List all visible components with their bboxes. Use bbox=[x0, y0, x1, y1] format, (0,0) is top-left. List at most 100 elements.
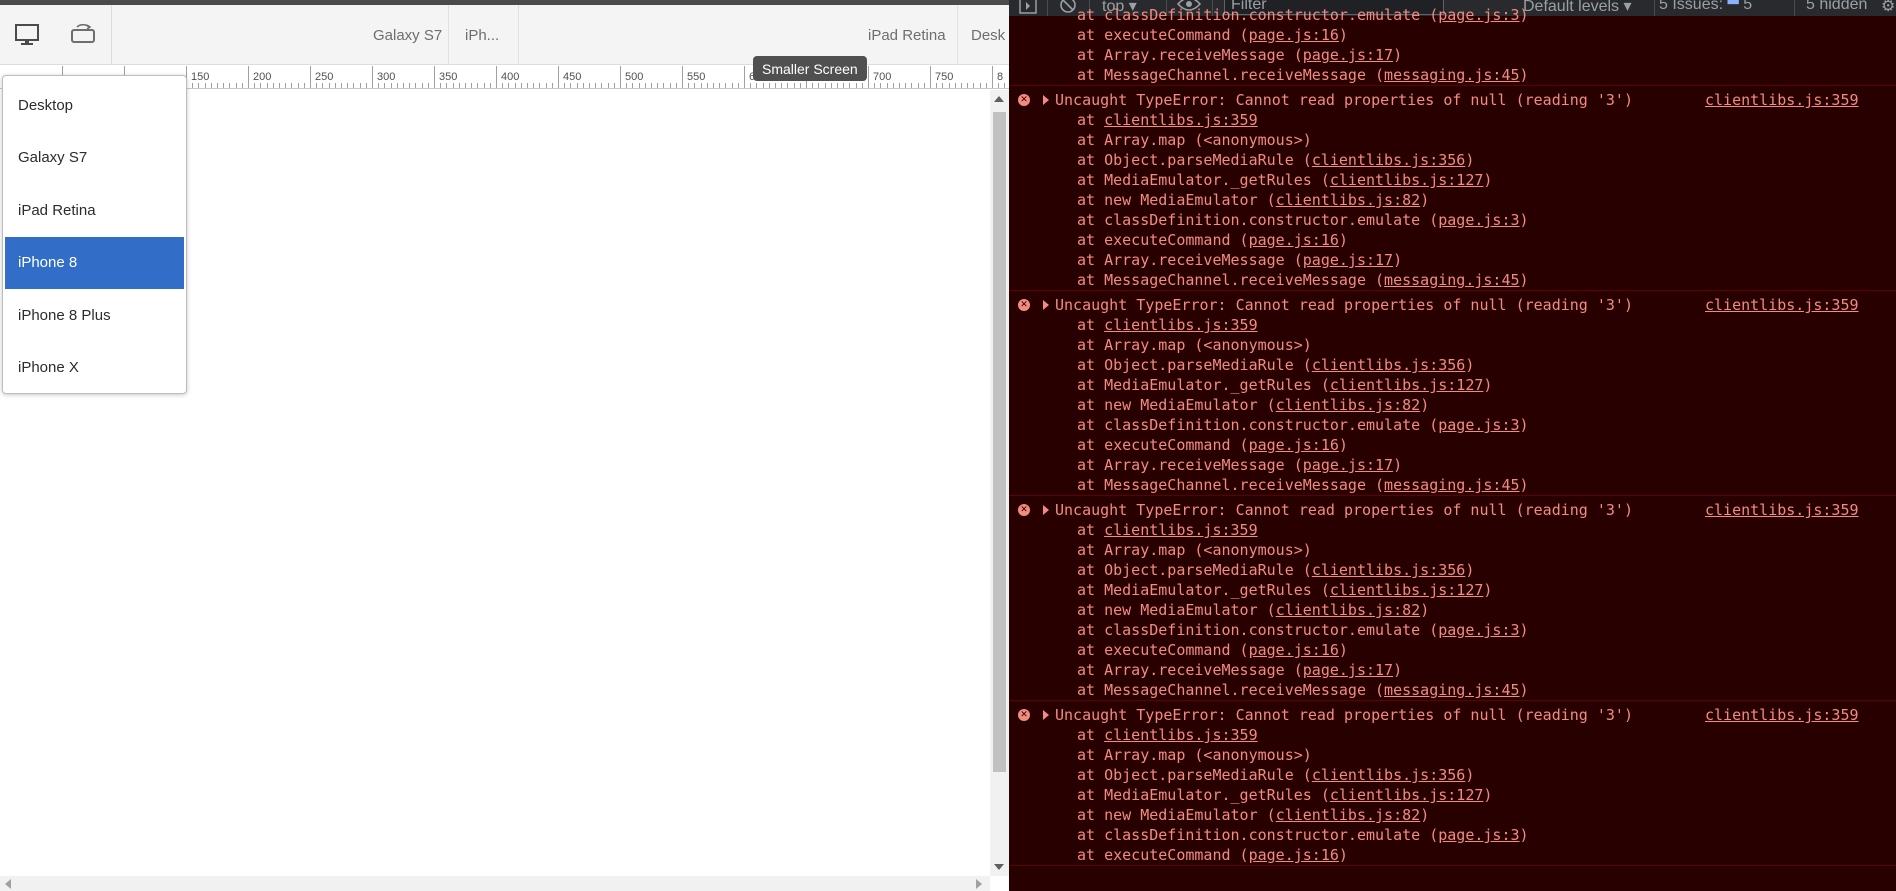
stack-frame-link[interactable]: page.js:3 bbox=[1438, 826, 1519, 844]
tab-divider bbox=[448, 5, 449, 65]
stack-frame: at MessageChannel.receiveMessage (messag… bbox=[1009, 270, 1896, 290]
stack-frame: at Object.parseMediaRule (clientlibs.js:… bbox=[1009, 560, 1896, 580]
stack-frame-link[interactable]: page.js:3 bbox=[1438, 6, 1519, 24]
scroll-left-icon[interactable] bbox=[5, 879, 11, 889]
expand-triangle-icon[interactable] bbox=[1043, 505, 1049, 515]
ruler-tick bbox=[608, 83, 609, 88]
expand-triangle-icon[interactable] bbox=[1043, 300, 1049, 310]
ruler-tick bbox=[502, 83, 503, 88]
stack-frame-end: ) bbox=[1483, 376, 1493, 394]
stack-frame-text: at executeCommand ( bbox=[1077, 231, 1249, 249]
stack-frame-link[interactable]: clientlibs.js:82 bbox=[1276, 191, 1421, 209]
smaller-screen-tooltip: Smaller Screen bbox=[753, 56, 867, 81]
stack-frame-link[interactable]: clientlibs.js:127 bbox=[1330, 786, 1484, 804]
device-menu-item[interactable]: iPad Retina bbox=[5, 184, 184, 237]
device-tab[interactable]: Desk bbox=[956, 5, 1009, 65]
stack-frame-link[interactable]: clientlibs.js:127 bbox=[1330, 376, 1484, 394]
stack-frame-link[interactable]: page.js:3 bbox=[1438, 416, 1519, 434]
rotate-device-button[interactable] bbox=[56, 13, 110, 57]
ruler-tick bbox=[378, 83, 379, 88]
stack-frame-link[interactable]: page.js:3 bbox=[1438, 211, 1519, 229]
ruler-label: 350 bbox=[439, 71, 458, 83]
ruler-label: 8 bbox=[997, 71, 1004, 83]
stack-frame-link[interactable]: clientlibs.js:82 bbox=[1276, 601, 1421, 619]
stack-frame-text: at MessageChannel.receiveMessage ( bbox=[1077, 271, 1385, 289]
stack-frame-text: at classDefinition.constructor.emulate ( bbox=[1077, 826, 1439, 844]
stack-frame-link[interactable]: clientlibs.js:82 bbox=[1276, 806, 1421, 824]
horizontal-scrollbar[interactable] bbox=[0, 876, 990, 891]
stack-frame-link[interactable]: clientlibs.js:359 bbox=[1104, 316, 1258, 334]
stack-frame-link[interactable]: clientlibs.js:359 bbox=[1104, 521, 1258, 539]
ruler-tick bbox=[471, 83, 472, 88]
error-header[interactable]: ✕ Uncaught TypeError: Cannot read propert… bbox=[1009, 705, 1896, 725]
device-menu-item[interactable]: Galaxy S7 bbox=[5, 132, 184, 185]
device-menu-item[interactable]: iPhone X bbox=[5, 342, 184, 395]
stack-frame-text: at bbox=[1077, 521, 1105, 539]
stack-frame-link[interactable]: clientlibs.js:356 bbox=[1312, 356, 1466, 374]
stack-frame: at Object.parseMediaRule (clientlibs.js:… bbox=[1009, 355, 1896, 375]
stack-frame-link[interactable]: clientlibs.js:127 bbox=[1330, 171, 1484, 189]
stack-frame-end: ) bbox=[1519, 211, 1529, 229]
stack-frame-end: ) bbox=[1338, 26, 1348, 44]
stack-frame-link[interactable]: page.js:17 bbox=[1303, 456, 1393, 474]
stack-frame: at clientlibs.js:359 bbox=[1009, 315, 1896, 335]
scroll-right-icon[interactable] bbox=[976, 879, 982, 889]
ruler-tick bbox=[750, 83, 751, 88]
stack-frame-link[interactable]: clientlibs.js:356 bbox=[1312, 151, 1466, 169]
stack-frame-link[interactable]: messaging.js:45 bbox=[1384, 476, 1519, 494]
device-tab[interactable]: iPad Retina bbox=[853, 5, 961, 65]
stack-frame-link[interactable]: page.js:3 bbox=[1438, 621, 1519, 639]
desktop-mode-button[interactable] bbox=[0, 13, 54, 57]
scroll-down-icon[interactable] bbox=[994, 864, 1004, 870]
stack-frame-link[interactable]: clientlibs.js:356 bbox=[1312, 561, 1466, 579]
stack-frame-end: ) bbox=[1338, 231, 1348, 249]
device-tab[interactable]: Galaxy S7 bbox=[358, 5, 457, 65]
stack-frame-link[interactable]: page.js:17 bbox=[1303, 251, 1393, 269]
stack-frame-link[interactable]: messaging.js:45 bbox=[1384, 681, 1519, 699]
stack-frame-link[interactable]: page.js:16 bbox=[1249, 436, 1339, 454]
stack-frame-link[interactable]: clientlibs.js:359 bbox=[1104, 726, 1258, 744]
stack-frame-link[interactable]: page.js:16 bbox=[1249, 846, 1339, 864]
device-menu-item[interactable]: iPhone 8 Plus bbox=[5, 289, 184, 342]
error-source-link[interactable]: clientlibs.js:359 bbox=[1705, 500, 1859, 520]
stack-frame-link[interactable]: clientlibs.js:82 bbox=[1276, 396, 1421, 414]
error-header[interactable]: ✕ Uncaught TypeError: Cannot read propert… bbox=[1009, 295, 1896, 315]
device-menu-item[interactable]: iPhone 8 bbox=[5, 236, 184, 289]
error-source-link[interactable]: clientlibs.js:359 bbox=[1705, 705, 1859, 725]
console-messages: at classDefinition.constructor.emulate (… bbox=[1009, 6, 1896, 891]
stack-frame-link[interactable]: messaging.js:45 bbox=[1384, 271, 1519, 289]
error-source-link[interactable]: clientlibs.js:359 bbox=[1705, 90, 1859, 110]
ruler-tick bbox=[812, 83, 813, 88]
stack-frame-link[interactable]: clientlibs.js:356 bbox=[1312, 766, 1466, 784]
device-menu-item[interactable]: Desktop bbox=[5, 79, 184, 132]
vertical-scroll-thumb[interactable] bbox=[993, 112, 1006, 772]
expand-triangle-icon[interactable] bbox=[1043, 95, 1049, 105]
stack-frame-link[interactable]: messaging.js:45 bbox=[1384, 66, 1519, 84]
stack-frame-link[interactable]: page.js:16 bbox=[1249, 641, 1339, 659]
error-source-link[interactable]: clientlibs.js:359 bbox=[1705, 295, 1859, 315]
ruler-tick bbox=[663, 83, 664, 88]
stack-frame-link[interactable]: page.js:17 bbox=[1303, 661, 1393, 679]
stack-frame: at Object.parseMediaRule (clientlibs.js:… bbox=[1009, 150, 1896, 170]
ruler-tick bbox=[453, 83, 454, 88]
stack-frame-link[interactable]: page.js:16 bbox=[1249, 26, 1339, 44]
stack-frame-link[interactable]: clientlibs.js:359 bbox=[1104, 111, 1258, 129]
scroll-up-icon[interactable] bbox=[994, 96, 1004, 102]
stack-frame-text: at MediaEmulator._getRules ( bbox=[1077, 171, 1330, 189]
stack-frame-end: ) bbox=[1519, 6, 1529, 24]
error-header[interactable]: ✕ Uncaught TypeError: Cannot read propert… bbox=[1009, 90, 1896, 110]
ruler-tick bbox=[217, 83, 218, 88]
vertical-scrollbar[interactable] bbox=[990, 90, 1009, 876]
error-header[interactable]: ✕ Uncaught TypeError: Cannot read propert… bbox=[1009, 500, 1896, 520]
stack-frame: at Array.map (<anonymous>) bbox=[1009, 745, 1896, 765]
stack-frame: at MessageChannel.receiveMessage (messag… bbox=[1009, 65, 1896, 85]
stack-frame-end: ) bbox=[1519, 66, 1529, 84]
ruler-tick bbox=[701, 83, 702, 88]
stack-frame-link[interactable]: page.js:16 bbox=[1249, 231, 1339, 249]
stack-frame-link[interactable]: page.js:17 bbox=[1303, 46, 1393, 64]
device-tab[interactable]: iPh... bbox=[450, 5, 514, 65]
stack-frame-link[interactable]: clientlibs.js:127 bbox=[1330, 581, 1484, 599]
stack-frame: at MessageChannel.receiveMessage (messag… bbox=[1009, 475, 1896, 495]
ruler-tick bbox=[738, 83, 739, 88]
expand-triangle-icon[interactable] bbox=[1043, 710, 1049, 720]
